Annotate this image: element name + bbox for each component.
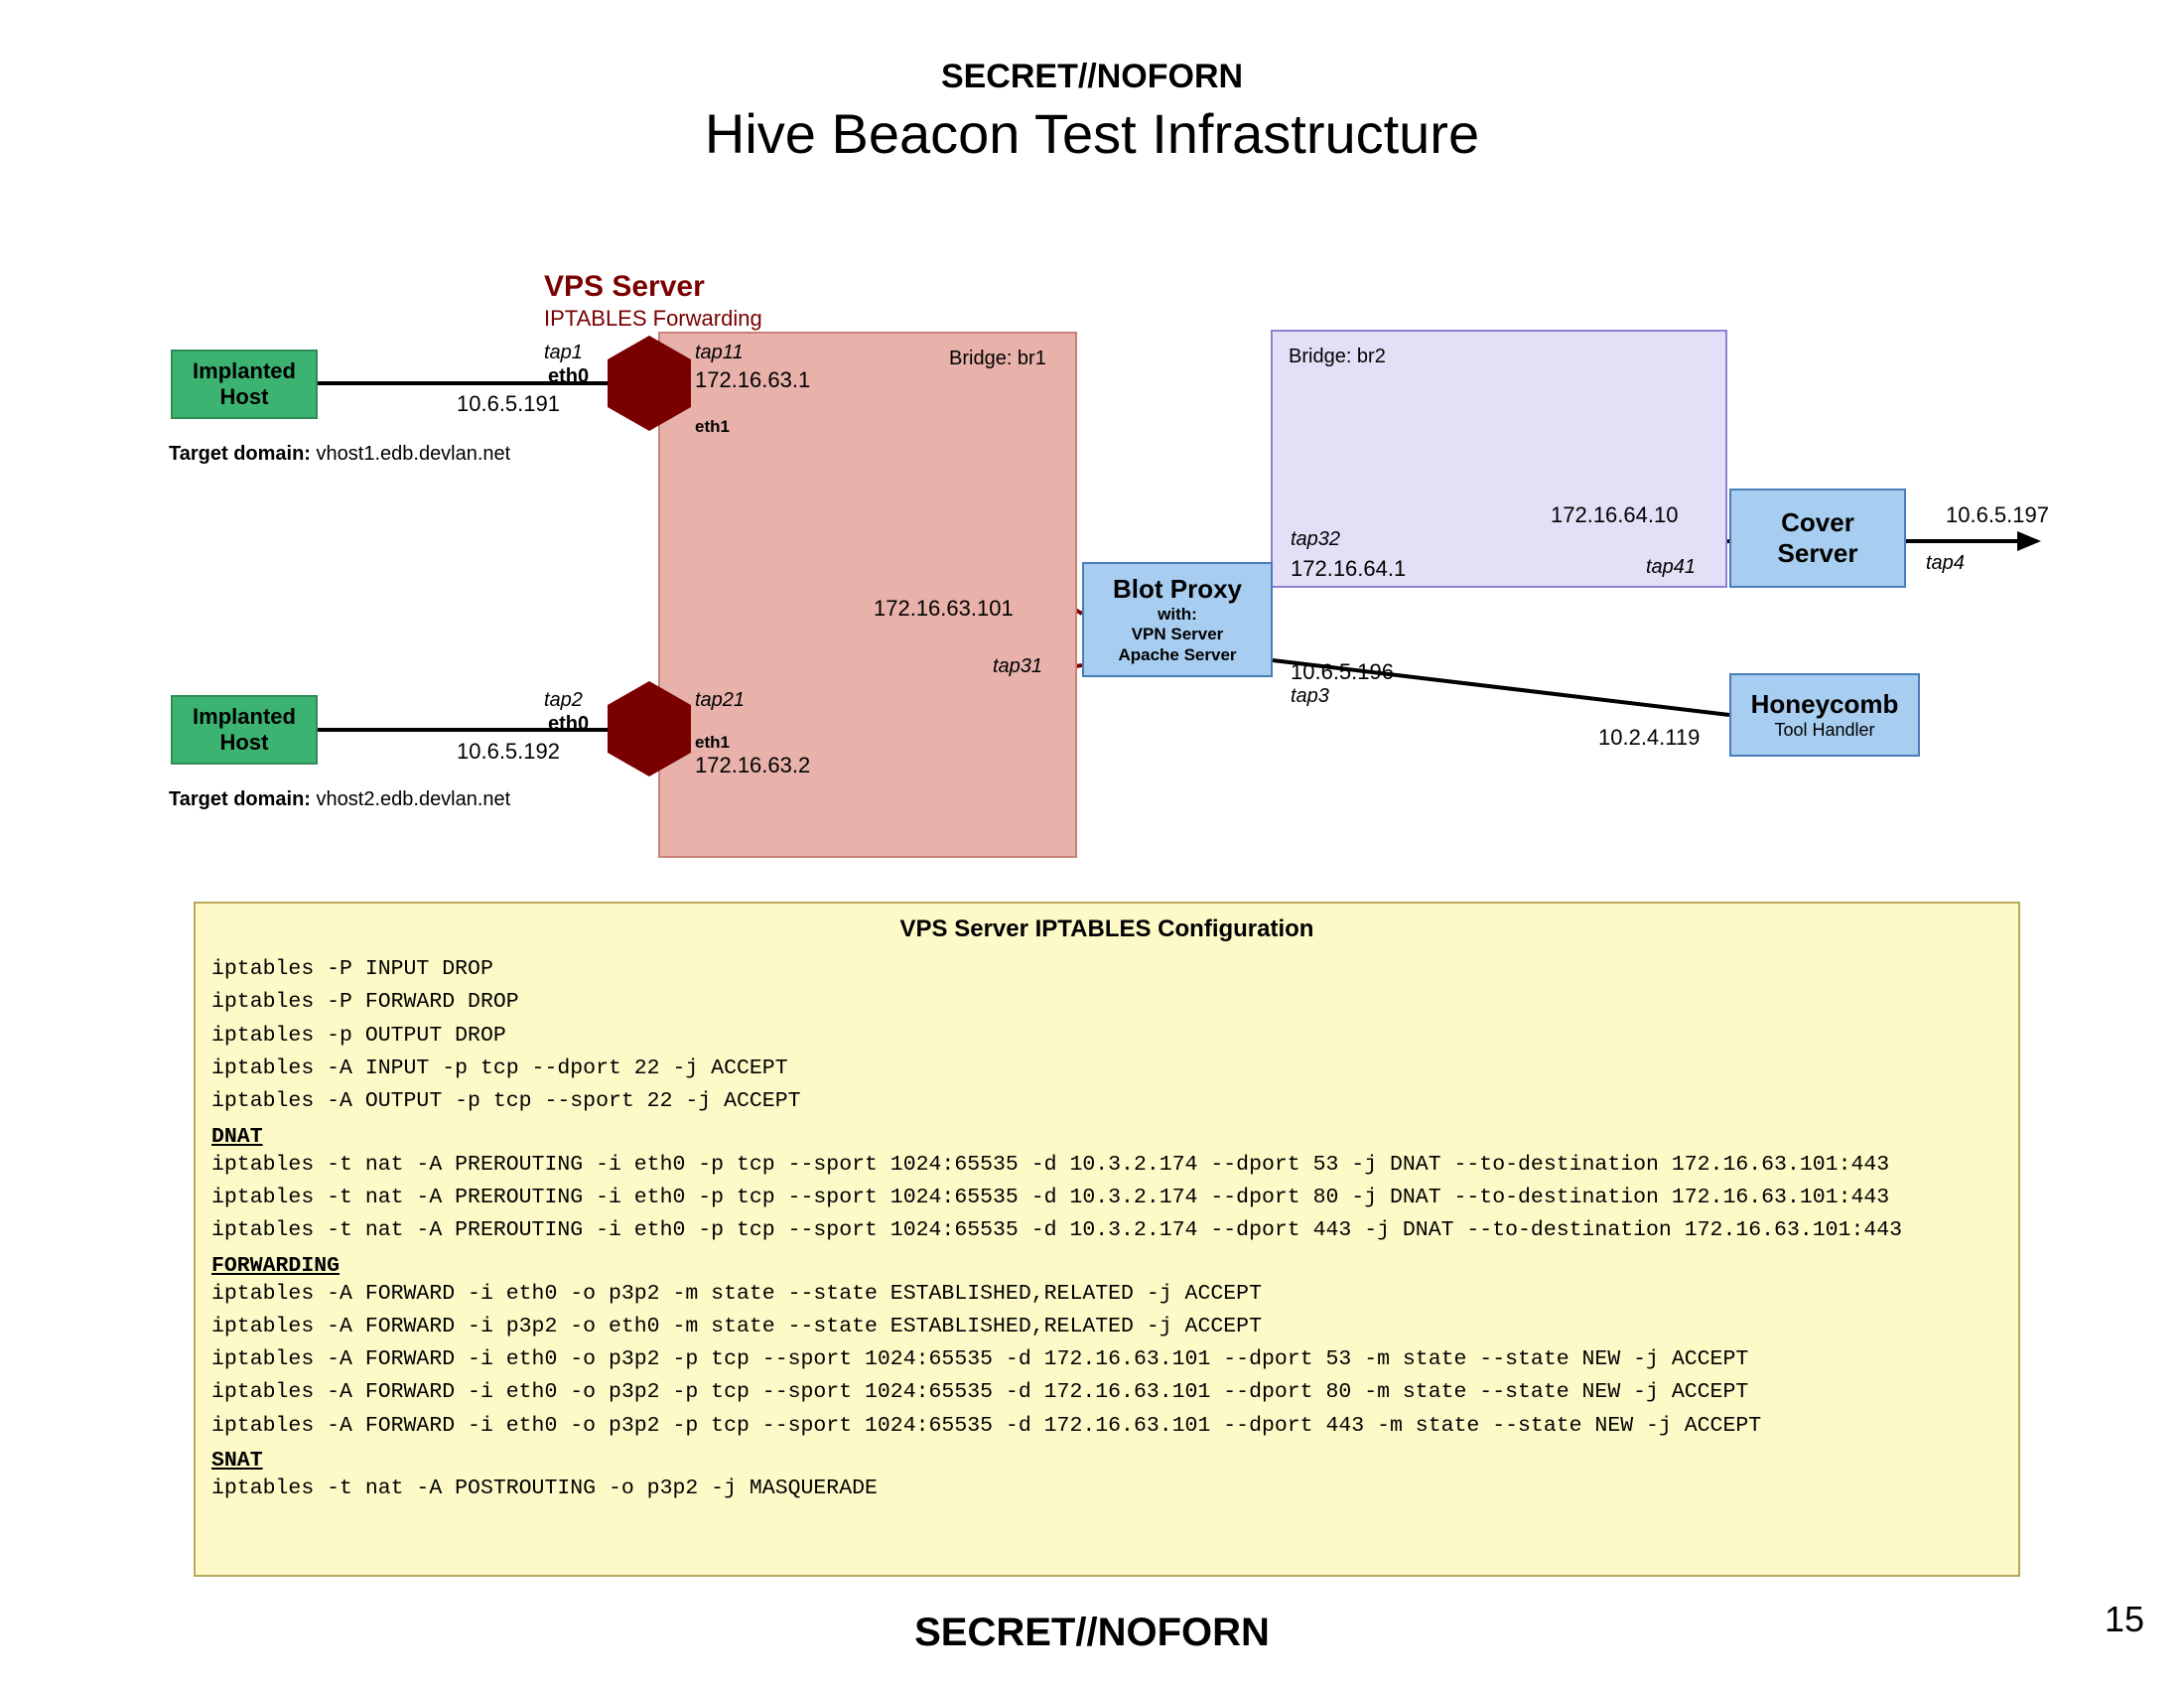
iptables-line: iptables -A FORWARD -i eth0 -o p3p2 -m s… — [211, 1278, 2002, 1311]
ip-blot-pink: 172.16.63.101 — [874, 596, 1014, 622]
cover-sub: Server — [1778, 538, 1858, 569]
ip-honey-left: 10.6.5.196 — [1291, 659, 1394, 685]
host-label: Host — [220, 384, 269, 410]
blot-line2: Apache Server — [1118, 645, 1236, 665]
ip-vps2: 172.16.63.2 — [695, 753, 810, 778]
iptables-line: iptables -t nat -A PREROUTING -i eth0 -p… — [211, 1214, 2002, 1247]
eth0-label-1: eth0 — [548, 365, 589, 388]
bridge-br2-label: Bridge: br2 — [1289, 346, 1386, 368]
target-domain-1: Target domain: vhost1.edb.devlan.net — [169, 443, 510, 466]
iptables-line: iptables -t nat -A POSTROUTING -o p3p2 -… — [211, 1473, 2002, 1505]
iptables-line: iptables -p OUTPUT DROP — [211, 1020, 2002, 1053]
host-label-2: Host — [220, 730, 269, 756]
ip-vps1: 172.16.63.1 — [695, 367, 810, 393]
iptables-line: iptables -A FORWARD -i p3p2 -o eth0 -m s… — [211, 1311, 2002, 1343]
tap4-label: tap4 — [1926, 552, 1965, 575]
implanted-host-1: Implanted Host — [171, 350, 318, 419]
iptables-line: iptables -A FORWARD -i eth0 -o p3p2 -p t… — [211, 1343, 2002, 1376]
tap21-label: tap21 — [695, 689, 745, 712]
eth1-label-1: eth1 — [695, 417, 730, 437]
tap2-label: tap2 — [544, 689, 583, 712]
iptables-config-panel: VPS Server IPTABLES Configuration iptabl… — [194, 902, 2020, 1577]
honeycomb-sub: Tool Handler — [1774, 720, 1874, 742]
ip-host2: 10.6.5.192 — [457, 739, 560, 765]
honeycomb-title: Honeycomb — [1751, 689, 1899, 720]
blot-proxy-box: Blot Proxy with: VPN Server Apache Serve… — [1082, 562, 1273, 677]
tap1-label: tap1 — [544, 342, 583, 364]
iptables-line: iptables -P INPUT DROP — [211, 953, 2002, 986]
iptables-line: iptables -A OUTPUT -p tcp --sport 22 -j … — [211, 1085, 2002, 1118]
blot-title: Blot Proxy — [1113, 574, 1242, 605]
tap32-label: tap32 — [1291, 528, 1340, 551]
eth1-label-2: eth1 — [695, 733, 730, 753]
implanted-label-2: Implanted — [193, 704, 296, 730]
ip-cover-br2: 172.16.64.10 — [1551, 502, 1678, 528]
iptables-section-fwd: FORWARDING — [211, 1254, 2002, 1278]
iptables-line: iptables -P FORWARD DROP — [211, 986, 2002, 1019]
cover-title: Cover — [1781, 507, 1854, 538]
iptables-line: iptables -A FORWARD -i eth0 -o p3p2 -p t… — [211, 1410, 2002, 1443]
iptables-section-snat: SNAT — [211, 1449, 2002, 1473]
bridge-br1-box — [658, 332, 1077, 858]
eth0-label-2: eth0 — [548, 713, 589, 736]
iptables-line: iptables -t nat -A PREROUTING -i eth0 -p… — [211, 1149, 2002, 1182]
vps-subheading: IPTABLES Forwarding — [544, 306, 762, 332]
iptables-line: iptables -A INPUT -p tcp --dport 22 -j A… — [211, 1053, 2002, 1085]
ip-host1: 10.6.5.191 — [457, 391, 560, 417]
honeycomb-box: Honeycomb Tool Handler — [1729, 673, 1920, 757]
implanted-host-2: Implanted Host — [171, 695, 318, 765]
iptables-line: iptables -t nat -A PREROUTING -i eth0 -p… — [211, 1182, 2002, 1214]
target-domain-2: Target domain: vhost2.edb.devlan.net — [169, 788, 510, 811]
tap41-label: tap41 — [1646, 556, 1696, 579]
tap11-label: tap11 — [695, 342, 744, 364]
ip-cover-out: 10.6.5.197 — [1946, 502, 2049, 528]
implanted-label: Implanted — [193, 358, 296, 384]
ip-honey-right: 10.2.4.119 — [1598, 725, 1700, 751]
iptables-title: VPS Server IPTABLES Configuration — [211, 915, 2002, 943]
ip-blot-br2: 172.16.64.1 — [1291, 556, 1406, 582]
cover-server-box: Cover Server — [1729, 489, 1906, 588]
iptables-line: iptables -A FORWARD -i eth0 -o p3p2 -p t… — [211, 1376, 2002, 1409]
blot-line1: VPN Server — [1132, 625, 1224, 644]
blot-with: with: — [1158, 605, 1197, 625]
bridge-br1-label: Bridge: br1 — [949, 348, 1046, 370]
tap31-label: tap31 — [993, 655, 1042, 678]
vps-heading: VPS Server — [544, 270, 705, 304]
iptables-section-dnat: DNAT — [211, 1125, 2002, 1149]
tap3-label: tap3 — [1291, 685, 1329, 708]
